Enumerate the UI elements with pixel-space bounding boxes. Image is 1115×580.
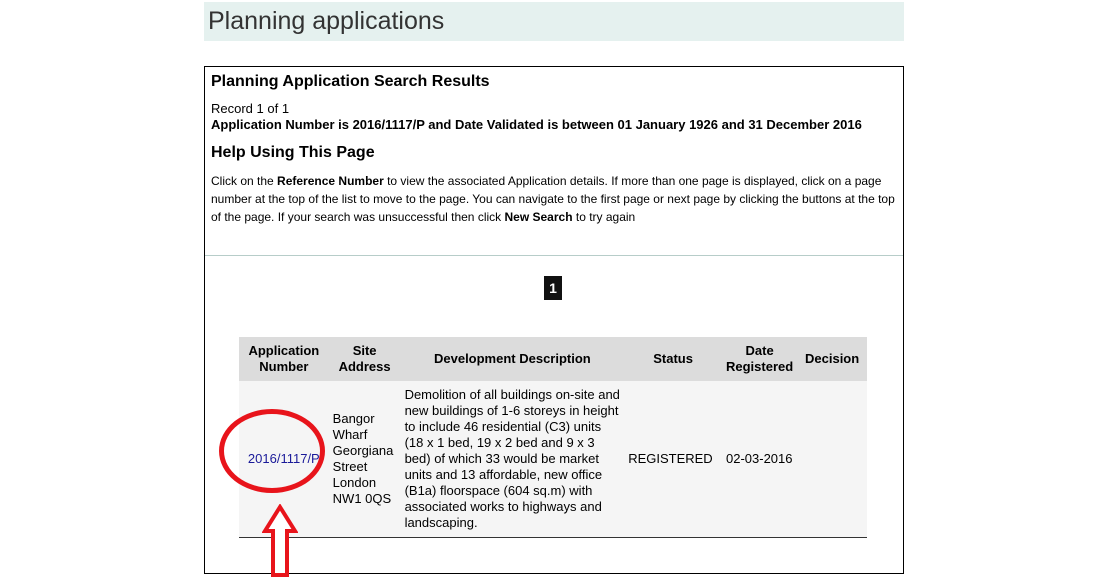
table-row: 2016/1117/P Bangor Wharf Georgiana Stree…: [239, 381, 867, 538]
date-registered-cell: 02-03-2016: [722, 381, 798, 538]
header-line: Registered: [726, 359, 794, 374]
address-line: Street: [332, 459, 368, 474]
highlight-circle: [219, 409, 325, 493]
col-header-decision[interactable]: Decision: [797, 337, 867, 381]
header-line: Number: [259, 359, 309, 374]
address-line: Bangor: [332, 411, 375, 426]
decision-cell: [797, 381, 867, 538]
table-header-row: Application Number Site Address Developmen…: [239, 337, 867, 381]
col-header-date-registered[interactable]: Date Registered: [722, 337, 798, 381]
header-line: Address: [338, 359, 391, 374]
col-header-application-number[interactable]: Application Number: [239, 337, 329, 381]
up-arrow-icon: [262, 504, 298, 577]
address-line: Wharf: [332, 427, 368, 442]
search-criteria: Application Number is 2016/1117/P and Da…: [211, 117, 862, 132]
results-table: Application Number Site Address Developmen…: [239, 337, 867, 538]
address-line: NW1 0QS: [332, 491, 392, 506]
help-text-part: Click on the: [211, 174, 278, 188]
divider: [205, 255, 903, 256]
status-cell: REGISTERED: [624, 381, 722, 538]
address-line: Georgiana: [332, 443, 394, 458]
results-heading: Planning Application Search Results: [211, 73, 490, 90]
page-title: Planning applications: [208, 7, 445, 35]
col-header-site-address[interactable]: Site Address: [328, 337, 401, 381]
description-cell: Demolition of all buildings on-site and …: [400, 381, 625, 538]
header-line: Application: [248, 343, 320, 358]
help-heading: Help Using This Page: [211, 144, 375, 161]
address-line: London: [332, 475, 377, 490]
page-title-bar: Planning applications: [204, 2, 904, 41]
page-number-button[interactable]: 1: [544, 276, 562, 300]
help-new-search: New Search: [504, 210, 573, 224]
record-info: Record 1 of 1: [211, 101, 290, 116]
help-text-part: to try again: [572, 210, 636, 224]
site-address-cell: Bangor Wharf Georgiana Street London NW1…: [328, 381, 401, 538]
help-reference-number: Reference Number: [277, 174, 384, 188]
col-header-description[interactable]: Development Description: [400, 337, 625, 381]
header-line: Site: [352, 343, 377, 358]
header-line: Date: [745, 343, 774, 358]
col-header-status[interactable]: Status: [624, 337, 722, 381]
results-panel: Planning Application Search Results Reco…: [204, 66, 904, 574]
up-arrow-shape: [262, 504, 298, 577]
help-text: Click on the Reference Number to view th…: [211, 172, 901, 226]
